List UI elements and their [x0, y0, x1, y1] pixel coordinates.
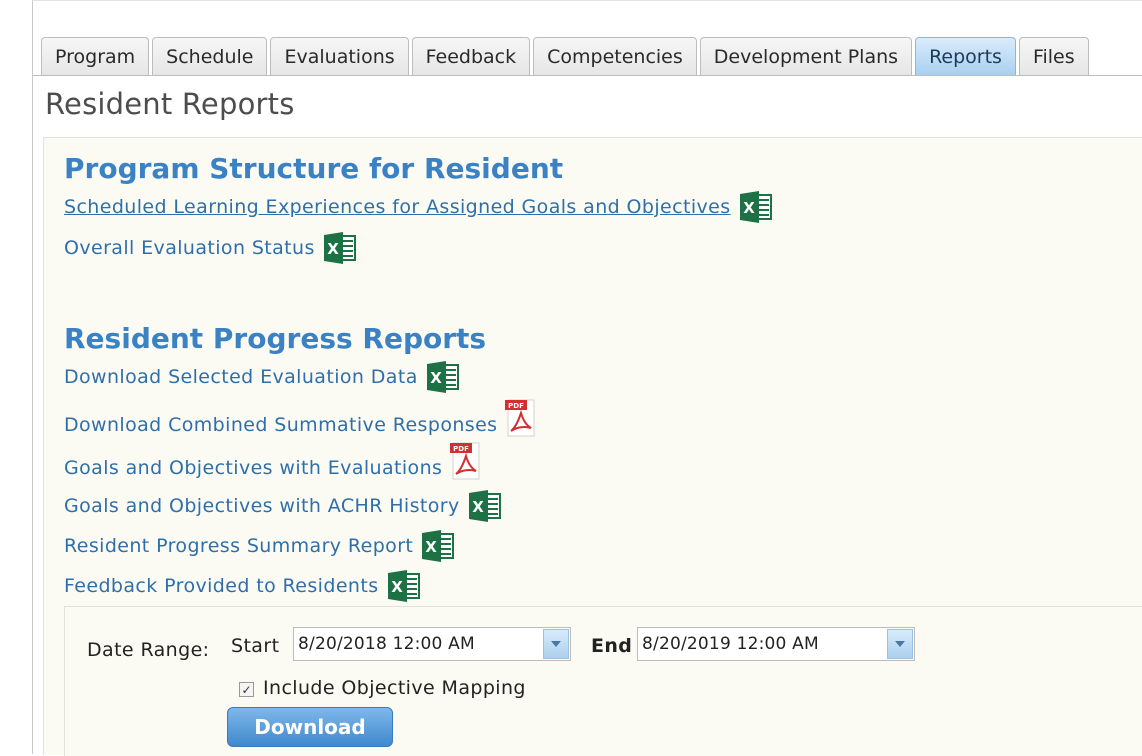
date-range-label: Date Range:	[87, 639, 210, 661]
tab-schedule[interactable]: Schedule	[152, 37, 268, 75]
report-link-selected-evaluation: Download Selected Evaluation Data X	[64, 360, 460, 394]
page-title: Resident Reports	[45, 87, 295, 121]
report-link-progress-summary: Resident Progress Summary Report X	[64, 529, 455, 563]
include-mapping-checkbox[interactable]: ✓	[239, 682, 254, 697]
report-link-feedback-provided: Feedback Provided to Residents X	[64, 569, 421, 603]
tab-reports[interactable]: Reports	[915, 37, 1016, 75]
svg-text:PDF: PDF	[453, 445, 469, 453]
overall-evaluation-status-link[interactable]: Overall Evaluation Status	[64, 237, 315, 259]
excel-icon[interactable]: X	[739, 190, 773, 224]
tab-divider	[33, 75, 1142, 76]
end-label: End	[591, 635, 633, 657]
svg-text:PDF: PDF	[509, 402, 525, 410]
tab-program[interactable]: Program	[41, 37, 150, 75]
download-selected-evaluation-link[interactable]: Download Selected Evaluation Data	[64, 366, 418, 388]
svg-text:X: X	[743, 199, 755, 217]
tab-evaluations[interactable]: Evaluations	[270, 37, 409, 75]
report-link-goals-evaluations: Goals and Objectives with Evaluations PD…	[64, 441, 482, 481]
program-structure-heading: Program Structure for Resident	[64, 152, 564, 185]
reports-frame: Program Schedule Evaluations Feedback Co…	[32, 0, 1142, 756]
start-label: Start	[231, 635, 280, 657]
tab-bar: Program Schedule Evaluations Feedback Co…	[41, 35, 1089, 75]
date-range-panel: Date Range: Start 8/20/2018 12:00 AM End…	[64, 606, 1142, 756]
svg-text:X: X	[327, 240, 339, 258]
scheduled-learning-link[interactable]: Scheduled Learning Experiences for Assig…	[64, 196, 731, 218]
end-date-input[interactable]: 8/20/2019 12:00 AM	[638, 634, 887, 654]
tab-files[interactable]: Files	[1018, 37, 1089, 75]
end-date-picker: 8/20/2019 12:00 AM	[637, 627, 915, 661]
calendar-dropdown-button[interactable]	[887, 629, 913, 659]
resident-progress-summary-link[interactable]: Resident Progress Summary Report	[64, 535, 413, 557]
start-date-picker: 8/20/2018 12:00 AM	[293, 627, 571, 661]
download-combined-summative-link[interactable]: Download Combined Summative Responses	[64, 414, 497, 436]
svg-text:X: X	[430, 369, 442, 387]
start-date-input[interactable]: 8/20/2018 12:00 AM	[294, 634, 543, 654]
calendar-dropdown-button[interactable]	[543, 629, 569, 659]
tab-competencies[interactable]: Competencies	[533, 37, 697, 75]
report-link-combined-summative: Download Combined Summative Responses PD…	[64, 398, 537, 438]
report-link-achr-history: Goals and Objectives with ACHR History X	[64, 489, 502, 523]
report-link-overall-evaluation: Overall Evaluation Status X	[64, 231, 357, 265]
download-button[interactable]: Download	[227, 707, 393, 747]
progress-reports-heading: Resident Progress Reports	[64, 322, 487, 355]
reports-panel: Program Structure for Resident Scheduled…	[43, 137, 1142, 756]
tab-feedback[interactable]: Feedback	[411, 37, 531, 75]
goals-objectives-evaluations-link[interactable]: Goals and Objectives with Evaluations	[64, 457, 442, 479]
excel-icon[interactable]: X	[421, 529, 455, 563]
svg-text:X: X	[391, 578, 403, 596]
excel-icon[interactable]: X	[468, 489, 502, 523]
feedback-provided-link[interactable]: Feedback Provided to Residents	[64, 575, 379, 597]
tab-development-plans[interactable]: Development Plans	[699, 37, 913, 75]
excel-icon[interactable]: X	[426, 360, 460, 394]
include-mapping-label: Include Objective Mapping	[263, 677, 526, 699]
excel-icon[interactable]: X	[323, 231, 357, 265]
pdf-icon[interactable]: PDF	[505, 398, 537, 438]
excel-icon[interactable]: X	[387, 569, 421, 603]
pdf-icon[interactable]: PDF	[450, 441, 482, 481]
svg-text:X: X	[472, 498, 484, 516]
svg-text:X: X	[425, 538, 437, 556]
goals-objectives-achr-link[interactable]: Goals and Objectives with ACHR History	[64, 495, 460, 517]
report-link-scheduled-learning: Scheduled Learning Experiences for Assig…	[64, 190, 773, 224]
